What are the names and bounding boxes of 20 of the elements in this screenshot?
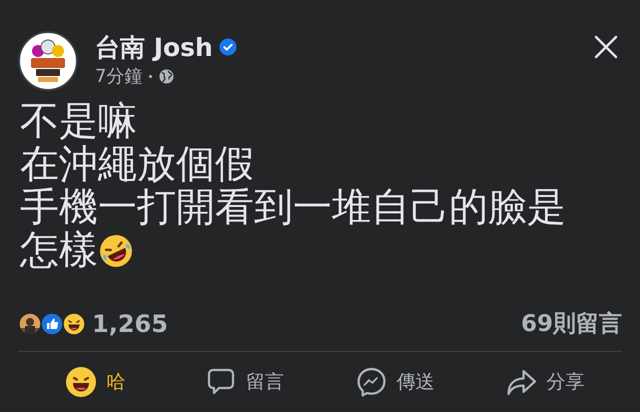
post-text-line: 不是嘛 (20, 102, 137, 141)
send-button[interactable]: 傳送 (320, 360, 470, 404)
post-text-line: 手機一打開看到一堆自己的臉是 (20, 188, 566, 227)
haha-reaction-icon (64, 366, 96, 398)
messenger-icon (356, 366, 386, 398)
comment-button[interactable]: 留言 (170, 360, 320, 404)
post-time[interactable]: 7分鐘 (95, 63, 142, 90)
share-button[interactable]: 分享 (470, 360, 620, 404)
speech-bubble-icon (206, 367, 236, 397)
post-text-line: 怎樣 (20, 231, 98, 270)
comment-count[interactable]: 69則留言 (520, 306, 622, 342)
avatar-logo-icon[interactable] (18, 31, 78, 91)
globe-icon (159, 69, 174, 84)
haha-reaction-icon (62, 312, 86, 336)
like-reaction-icon (40, 312, 64, 336)
close-button[interactable] (592, 33, 620, 61)
author-name[interactable]: 台南 Josh (95, 34, 213, 60)
react-button[interactable]: 哈 (20, 360, 170, 404)
reaction-count[interactable]: 1,265 (92, 306, 168, 342)
post-text-line: 在沖繩放個假 (20, 145, 254, 184)
